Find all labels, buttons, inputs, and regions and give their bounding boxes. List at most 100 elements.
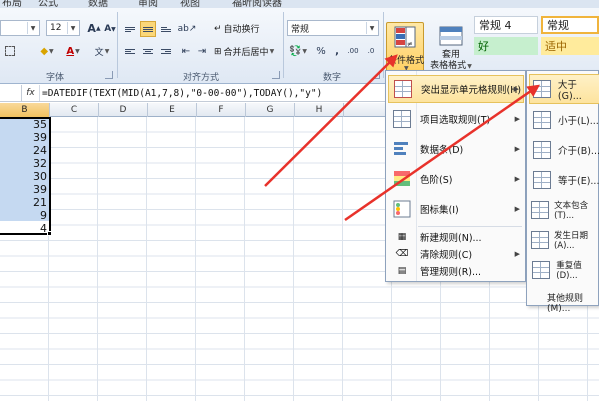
cell-b9[interactable]: 4 <box>0 221 50 236</box>
style-good[interactable]: 好 <box>474 37 538 55</box>
column-header-d[interactable]: D <box>99 103 148 117</box>
submenu-item-label: 介于(B)... <box>558 146 599 157</box>
chevron-down-icon: ▼ <box>75 47 80 55</box>
decrease-indent-button[interactable]: ⇤ <box>178 43 194 59</box>
submenu-item-label: 发生日期(A)... <box>553 231 588 251</box>
submenu-item-between[interactable]: 介于(B)... <box>529 135 599 165</box>
align-middle-button[interactable] <box>140 21 156 37</box>
font-dialog-launcher-icon[interactable] <box>105 71 113 79</box>
menu-item-color-scales[interactable]: 色阶(S) ▶ <box>388 165 524 193</box>
down-caret-icon: ▼ <box>111 25 116 33</box>
equal-to-icon <box>529 171 555 189</box>
style-normal[interactable]: 常规 <box>541 16 599 34</box>
align-bottom-button[interactable] <box>158 21 174 37</box>
new-rule-icon: ▦ <box>397 232 407 242</box>
column-header-f[interactable]: F <box>197 103 246 117</box>
increase-indent-button[interactable]: ⇥ <box>194 43 210 59</box>
menu-item-label: 数据条(D) <box>420 145 464 156</box>
percent-glyph: % <box>316 45 326 57</box>
text-orientation-icon: ab↗ <box>177 24 197 34</box>
up-caret-icon: ▲ <box>95 24 101 32</box>
accounting-format-button[interactable]: 💱 ▼ <box>287 43 309 59</box>
font-color-button[interactable]: A ▼ <box>62 43 84 59</box>
phonetic-button[interactable]: 文 ▼ <box>90 43 114 59</box>
menu-item-icon-sets[interactable]: 图标集(I) ▶ <box>388 195 524 223</box>
chevron-down-icon: ▼ <box>27 22 38 34</box>
icon-sets-icon <box>388 200 416 218</box>
format-as-table-button[interactable]: 套用 表格格式▼ <box>430 26 472 76</box>
tab-foxit[interactable]: 福昕阅读器 <box>232 0 282 8</box>
font-size-box[interactable]: 12 ▼ <box>46 20 80 36</box>
tab-review[interactable]: 审阅 <box>138 0 158 8</box>
align-center-button[interactable] <box>140 43 156 59</box>
merge-center-button[interactable]: ⊞ 合并后居中 ▼ <box>214 43 274 60</box>
style-neutral[interactable]: 适中 <box>541 37 599 55</box>
tab-view[interactable]: 视图 <box>180 0 200 8</box>
highlight-cells-submenu: 大于(G)... 小于(L)... 介于(B)... 等于(E)... 文本包含… <box>526 70 599 314</box>
number-format-value: 常规 <box>291 24 310 35</box>
column-header-b[interactable]: B <box>0 103 50 117</box>
align-right-button[interactable] <box>158 43 174 59</box>
fill-handle[interactable] <box>47 231 52 236</box>
decrease-decimal-glyph: .0 <box>367 47 375 55</box>
tab-data[interactable]: 数据 <box>88 0 108 8</box>
menu-item-label: 项目选取规则(T) <box>420 115 491 126</box>
formula-input[interactable]: =DATEDIF(TEXT(MID(A1,7,8),"0-00-00"),TOD… <box>42 85 322 101</box>
submenu-item-equal-to[interactable]: 等于(E)... <box>529 165 599 195</box>
menu-item-data-bars[interactable]: 数据条(D) ▶ <box>388 135 524 163</box>
conditional-formatting-button[interactable]: ≠ 条件格式 ▼ <box>386 22 424 76</box>
increase-decimal-button[interactable]: .00 <box>344 43 362 59</box>
column-header-e[interactable]: E <box>148 103 197 117</box>
number-dialog-launcher-icon[interactable] <box>372 71 380 79</box>
menu-item-highlight-cells-rules[interactable]: 突出显示单元格规则(H) ▶ <box>388 75 524 103</box>
grow-font-button[interactable]: A ▲ <box>86 20 102 36</box>
borders-button[interactable] <box>2 43 18 59</box>
tab-layout[interactable]: 布局 <box>2 0 22 8</box>
tab-formulas[interactable]: 公式 <box>38 0 58 8</box>
align-left-button[interactable] <box>122 43 138 59</box>
submenu-arrow-icon: ▶ <box>514 205 520 213</box>
group-label-font: 字体 <box>45 73 64 83</box>
decrease-decimal-button[interactable]: .0 <box>362 43 380 59</box>
group-separator <box>383 12 384 78</box>
paint-bucket-icon: ◆ <box>40 45 49 57</box>
orientation-button[interactable]: ab↗ <box>176 21 198 37</box>
menu-item-top-bottom-rules[interactable]: 项目选取规则(T) ▶ <box>388 105 524 133</box>
menu-item-label: 清除规则(C) <box>420 250 473 261</box>
name-box[interactable] <box>0 85 22 101</box>
alignment-dialog-launcher-icon[interactable] <box>272 71 280 79</box>
menu-item-clear-rules[interactable]: ⌫ 清除规则(C) ▶ <box>388 246 524 262</box>
menu-item-manage-rules[interactable]: ▤ 管理规则(R)... <box>388 263 524 279</box>
style-normal-4[interactable]: 常规 4 <box>474 16 538 34</box>
comma-style-button[interactable]: , <box>329 43 345 59</box>
wrap-text-button[interactable]: ↵ 自动换行 <box>214 20 260 37</box>
shrink-font-glyph: A <box>104 24 112 34</box>
ribbon-tab-strip: 布局 公式 数据 审阅 视图 福昕阅读器 <box>0 0 599 8</box>
column-header-h[interactable]: H <box>295 103 344 117</box>
chevron-down-icon: ▼ <box>104 47 110 55</box>
chevron-down-icon: ▼ <box>67 22 78 34</box>
submenu-item-greater-than[interactable]: 大于(G)... <box>529 74 599 104</box>
submenu-arrow-icon: ▶ <box>514 250 520 258</box>
percent-style-button[interactable]: % <box>313 43 329 59</box>
color-scales-icon <box>388 170 416 188</box>
column-header-c[interactable]: C <box>50 103 99 117</box>
submenu-item-duplicate-values[interactable]: 重复值(D)... <box>529 255 599 285</box>
align-top-button[interactable] <box>122 21 138 37</box>
group-separator <box>117 12 118 78</box>
manage-rules-icon: ▤ <box>397 266 407 276</box>
shrink-font-button[interactable]: A ▼ <box>102 21 118 37</box>
submenu-item-text-contains[interactable]: 文本包含(T)... <box>529 195 599 225</box>
column-header-g[interactable]: G <box>246 103 295 117</box>
font-name-box[interactable]: ▼ <box>0 20 40 36</box>
format-table-line-1: 套用 <box>441 50 460 60</box>
fill-color-button[interactable]: ◆ ▼ <box>36 43 58 59</box>
insert-function-button[interactable]: fx <box>22 85 40 101</box>
submenu-item-more-rules[interactable]: 其他规则(M)... <box>547 291 598 314</box>
table-style-icon <box>439 26 463 46</box>
menu-item-new-rule[interactable]: ▦ 新建规则(N)... <box>388 229 524 245</box>
currency-icon: 💱 <box>288 45 302 57</box>
submenu-item-date-occurring[interactable]: 发生日期(A)... <box>529 225 599 255</box>
submenu-item-less-than[interactable]: 小于(L)... <box>529 105 599 135</box>
number-format-box[interactable]: 常规 ▼ <box>287 20 379 36</box>
